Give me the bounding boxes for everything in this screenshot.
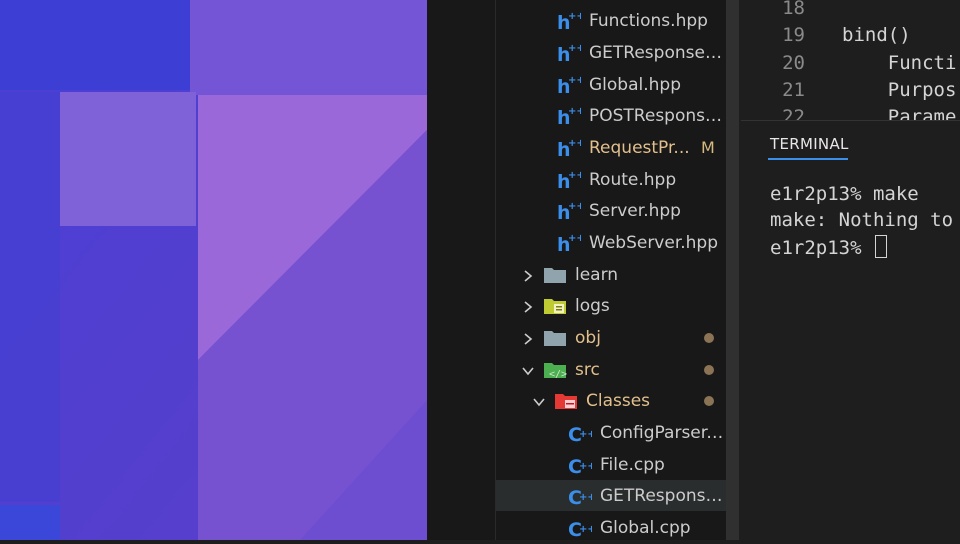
modified-dot: [704, 365, 714, 375]
svg-text:++: ++: [568, 138, 581, 149]
tree-item-label: Global.hpp: [589, 74, 681, 95]
line-number: 21: [782, 79, 805, 101]
svg-text:++: ++: [568, 106, 581, 117]
svg-text:++: ++: [579, 492, 592, 503]
tree-item-label: Classes: [586, 390, 651, 411]
svg-text:++: ++: [568, 75, 581, 86]
tree-item-label: File.cpp: [600, 454, 665, 475]
svg-text:++: ++: [568, 170, 581, 181]
terminal-panel[interactable]: TERMINAL e1r2p13% make make: Nothing to …: [741, 120, 960, 541]
line-number: 20: [782, 52, 805, 74]
chevron-down-icon[interactable]: [532, 394, 546, 408]
line-number: 22: [782, 106, 805, 120]
hpp-file-icon: h ++: [557, 105, 585, 129]
terminal-cursor: [874, 235, 887, 258]
chevron-right-icon[interactable]: [521, 299, 535, 313]
tree-item[interactable]: h ++ Global.hpp: [557, 69, 726, 100]
code-line[interactable]: Functi: [842, 52, 957, 74]
svg-text:++: ++: [579, 461, 592, 472]
code-line[interactable]: bind(): [842, 24, 911, 46]
indent-guide: [495, 0, 496, 540]
folder-icon: [543, 327, 567, 349]
terminal-prompt: e1r2p13%: [770, 237, 873, 259]
hpp-file-icon: h ++: [557, 42, 585, 66]
tree-item-label: ConfigParser.cpp: [600, 422, 726, 443]
git-modified-badge: M: [701, 138, 715, 157]
line-number: 18: [782, 0, 805, 19]
hpp-file-icon: h ++: [557, 137, 585, 161]
terminal-line: e1r2p13% make: [770, 183, 919, 205]
svg-text:++: ++: [568, 233, 581, 244]
tree-item[interactable]: h ++ WebServer.hpp: [557, 227, 726, 258]
svg-text:++: ++: [568, 43, 581, 54]
logs-folder-icon: [543, 295, 567, 317]
tree-item-label: GETResponse.hpp: [589, 42, 726, 63]
cpp-file-icon: C ++: [568, 454, 596, 478]
terminal-prompt-line[interactable]: e1r2p13%: [770, 235, 887, 259]
desktop-wallpaper: [0, 0, 427, 540]
code-line[interactable]: Purpos: [842, 79, 957, 101]
cpp-file-icon: C ++: [568, 422, 596, 446]
src-folder-icon: </>: [543, 359, 567, 381]
tree-item[interactable]: h ++ Route.hpp: [557, 164, 726, 195]
chevron-right-icon[interactable]: [521, 331, 535, 345]
hpp-file-icon: h ++: [557, 74, 585, 98]
svg-text:++: ++: [568, 11, 581, 22]
modified-dot: [704, 333, 714, 343]
tree-item[interactable]: obj: [521, 322, 726, 353]
tree-item-label: Server.hpp: [589, 200, 681, 221]
tree-item[interactable]: h++GETResponse.hpp: [557, 37, 726, 68]
tree-item[interactable]: C++ConfigParser.cpp: [568, 417, 726, 448]
tree-item[interactable]: </> src: [521, 354, 726, 385]
tree-item[interactable]: Classes: [532, 385, 726, 416]
tree-item-label: obj: [575, 327, 601, 348]
line-number: 19: [782, 24, 805, 46]
tree-item-label: GETResponse.cpp: [600, 485, 726, 506]
tree-item-label: Global.cpp: [600, 517, 691, 538]
tree-item-label: Functions.hpp: [589, 10, 708, 31]
tree-item[interactable]: h++POSTResponse.hpp: [557, 100, 726, 131]
hpp-file-icon: h ++: [557, 232, 585, 256]
tree-item-label: POSTResponse.hpp: [589, 105, 726, 126]
tree-item[interactable]: C ++ File.cpp: [568, 449, 726, 480]
svg-text:++: ++: [568, 201, 581, 212]
tree-item-label: RequestPr...: [589, 137, 690, 158]
hpp-file-icon: h ++: [557, 200, 585, 224]
tree-item[interactable]: h ++ Functions.hpp: [557, 5, 726, 36]
chevron-down-icon[interactable]: [521, 363, 535, 377]
tab-terminal[interactable]: TERMINAL: [770, 135, 849, 153]
tree-item-label: WebServer.hpp: [589, 232, 719, 253]
tree-item-label: Route.hpp: [589, 169, 677, 190]
hpp-file-icon: h ++: [557, 10, 585, 34]
svg-text:</>: </>: [549, 369, 567, 380]
tree-item-label: src: [575, 359, 600, 380]
hpp-file-icon: h ++: [557, 169, 585, 193]
cpp-file-icon: C ++: [568, 517, 596, 541]
code-editor[interactable]: 18 19 bind() 20 Functi 21 Purpos 22 Parame: [739, 0, 960, 120]
chevron-right-icon[interactable]: [521, 268, 535, 282]
classes-folder-icon: [554, 390, 578, 412]
tree-item[interactable]: C++GETResponse.cpp: [496, 480, 726, 511]
tree-item-label: logs: [575, 295, 610, 316]
explorer-scrollbar[interactable]: [726, 0, 739, 540]
cpp-file-icon: C ++: [568, 485, 596, 509]
tree-item[interactable]: C ++ Global.cpp: [568, 512, 726, 543]
active-tab-indicator: [768, 158, 848, 160]
svg-text:++: ++: [579, 429, 592, 440]
tree-item[interactable]: learn: [521, 259, 726, 290]
wallpaper-art: [0, 0, 427, 540]
tree-item[interactable]: h ++ Server.hpp: [557, 195, 726, 226]
folder-icon: [543, 264, 567, 286]
terminal-line: make: Nothing to: [770, 209, 954, 231]
svg-text:++: ++: [579, 524, 592, 535]
code-line[interactable]: Parame: [842, 106, 957, 120]
tree-item[interactable]: logs: [521, 290, 726, 321]
tree-item-label: learn: [575, 264, 619, 285]
modified-dot: [704, 396, 714, 406]
